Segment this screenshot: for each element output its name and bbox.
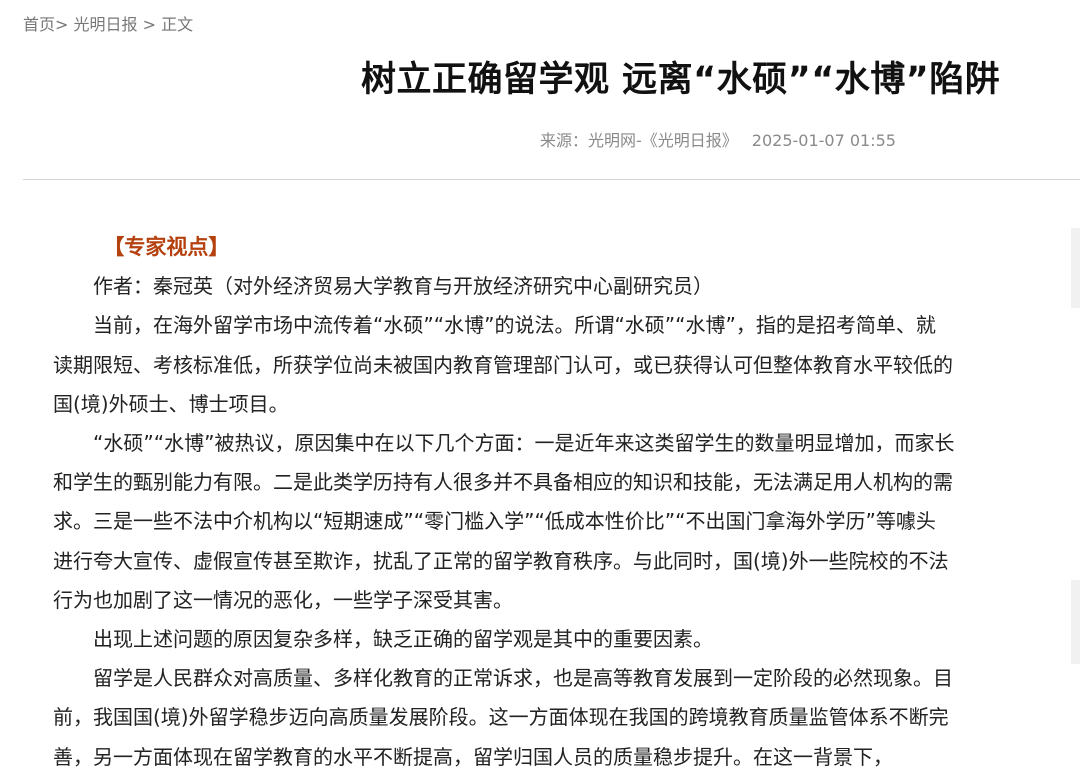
- page-title: 树立正确留学观 远离“水硕”“水博”陷阱: [361, 60, 1001, 100]
- breadcrumb-separator: >: [55, 15, 69, 34]
- article-date: 2025-01-07 01:55: [751, 131, 896, 150]
- breadcrumb-channel-link[interactable]: 光明日报: [74, 15, 138, 34]
- author-line: 作者：秦冠英（对外经济贸易大学教育与开放经济研究中心副研究员）: [93, 274, 713, 299]
- header-divider: [23, 179, 1080, 180]
- article-paragraph: 出现上述问题的原因复杂多样，缺乏正确的留学观是其中的重要因素。: [93, 627, 713, 652]
- side-panel-edge: [1071, 580, 1080, 664]
- article-source: 来源：光明网-《光明日报》: [540, 131, 738, 150]
- article-paragraph: 留学是人民群众对高质量、多样化教育的正常诉求，也是高等教育发展到一定阶段的必然现…: [53, 666, 953, 769]
- article-paragraph: “水硕”“水博”被热议，原因集中在以下几个方面：一是近年来这类留学生的数量明显增…: [53, 431, 955, 612]
- breadcrumb-current: 正文: [161, 15, 194, 34]
- section-label: 【专家视点】: [103, 235, 230, 259]
- breadcrumb-home-link[interactable]: 首页: [23, 15, 55, 34]
- side-panel-edge: [1071, 228, 1080, 308]
- article-paragraph: 当前，在海外留学市场中流传着“水硕”“水博”的说法。所谓“水硕”“水博”，指的是…: [53, 313, 953, 416]
- article-meta: 来源：光明网-《光明日报》 2025-01-07 01:55: [540, 130, 896, 152]
- article-body: 【专家视点】 作者：秦冠英（对外经济贸易大学教育与开放经济研究中心副研究员） 当…: [53, 228, 955, 777]
- breadcrumb: 首页> 光明日报 > 正文: [23, 14, 193, 36]
- breadcrumb-separator: >: [142, 15, 157, 34]
